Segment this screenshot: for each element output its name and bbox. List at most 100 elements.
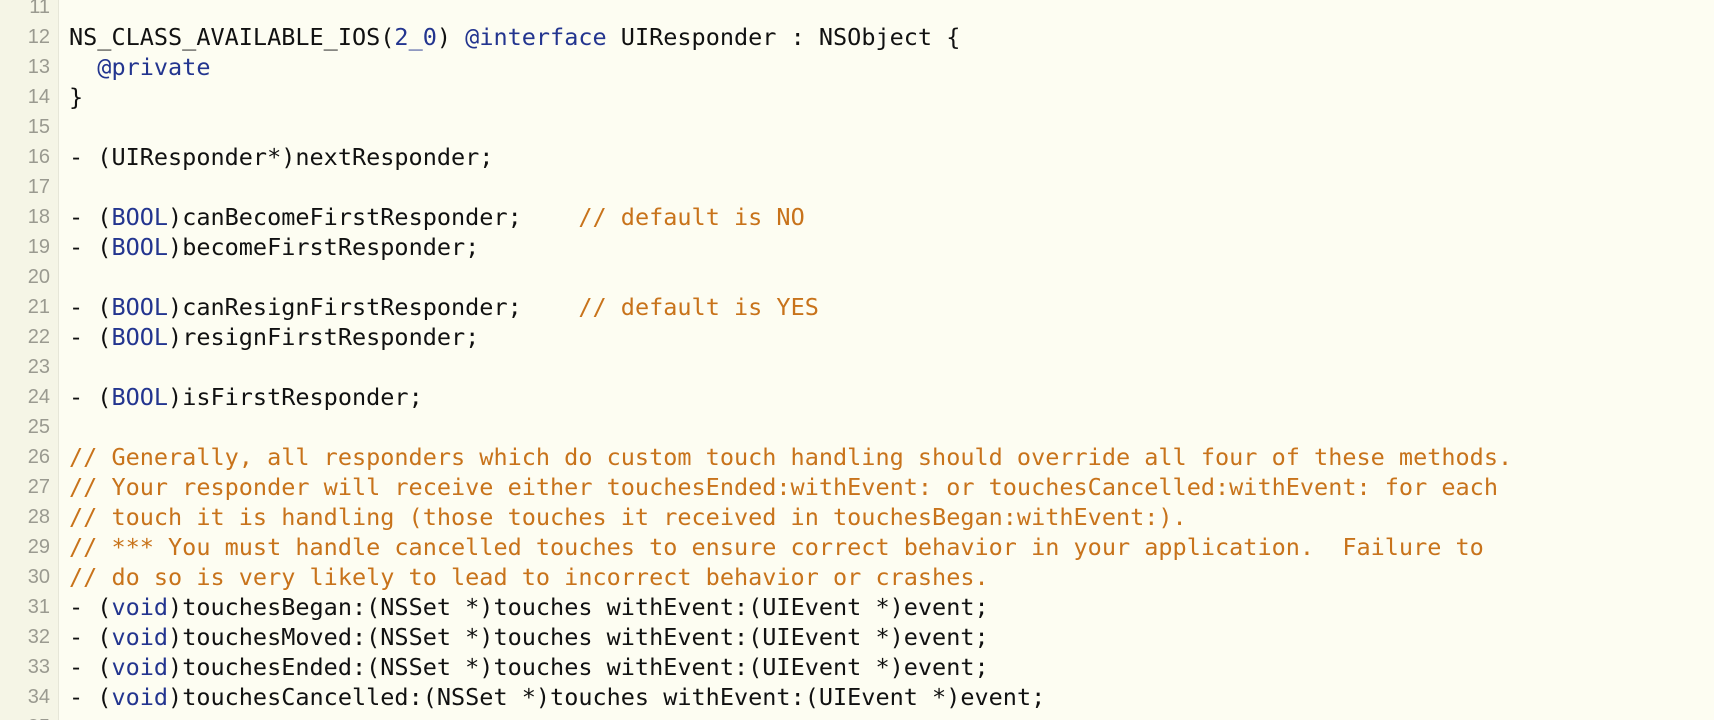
code-editor[interactable]: 11 12 NS_CLASS_AVAILABLE_IOS(2_0) @interfa… (0, 0, 1714, 720)
line-number: 13 (27, 56, 50, 78)
code-token: )touchesCancelled:(NSSet *)touches withE… (168, 683, 1046, 711)
code-token: )canResignFirstResponder; (168, 293, 579, 321)
code-text[interactable]: - (void)touchesBegan:(NSSet *)touches wi… (69, 592, 989, 622)
code-line[interactable]: 13 @private (0, 52, 1714, 82)
code-token: NS_CLASS_AVAILABLE_IOS( (69, 23, 395, 51)
code-text[interactable]: - (BOOL)canBecomeFirstResponder; // defa… (69, 202, 805, 232)
code-token: )becomeFirstResponder; (168, 233, 480, 261)
code-token: - (UIResponder*)nextResponder; (69, 143, 494, 171)
code-text[interactable]: - (BOOL)canResignFirstResponder; // defa… (69, 292, 819, 322)
code-comment: // default is YES (578, 293, 819, 321)
code-keyword: BOOL (111, 293, 169, 321)
code-line[interactable]: 31 - (void)touchesBegan:(NSSet *)touches … (0, 592, 1714, 622)
line-number: 18 (27, 206, 50, 228)
code-token: UIResponder : NSObject { (606, 23, 961, 51)
code-line[interactable]: 22 - (BOOL)resignFirstResponder; (0, 322, 1714, 352)
code-comment: // *** You must handle cancelled touches… (69, 533, 1484, 561)
code-line[interactable]: 32 - (void)touchesMoved:(NSSet *)touches … (0, 622, 1714, 652)
code-text[interactable]: // touch it is handling (those touches i… (69, 502, 1187, 532)
code-line[interactable]: 23 (0, 352, 1714, 382)
code-keyword: void (111, 653, 169, 681)
code-line[interactable]: 34 - (void)touchesCancelled:(NSSet *)touc… (0, 682, 1714, 712)
code-token: )canBecomeFirstResponder; (168, 203, 579, 231)
code-keyword: BOOL (111, 383, 169, 411)
code-token: )touchesBegan:(NSSet *)touches withEvent… (168, 593, 989, 621)
line-number: 31 (27, 596, 50, 618)
code-line[interactable]: 15 (0, 112, 1714, 142)
code-text[interactable]: @private (69, 52, 210, 82)
line-number: 32 (27, 626, 50, 648)
line-number: 24 (27, 386, 50, 408)
code-token: - ( (69, 293, 112, 321)
code-token: ) (436, 23, 466, 51)
code-text[interactable]: - (BOOL)resignFirstResponder; (69, 322, 479, 352)
code-line[interactable]: 30 // do so is very likely to lead to inc… (0, 562, 1714, 592)
code-line[interactable]: 26 // Generally, all responders which do … (0, 442, 1714, 472)
line-number: 30 (27, 566, 50, 588)
line-number: 17 (27, 176, 50, 198)
line-number: 20 (27, 266, 50, 288)
code-lines[interactable]: 11 12 NS_CLASS_AVAILABLE_IOS(2_0) @interfa… (0, 0, 1714, 720)
code-comment: // default is NO (578, 203, 805, 231)
line-number: 23 (27, 356, 50, 378)
code-keyword: BOOL (111, 233, 169, 261)
line-number: 25 (27, 416, 50, 438)
code-text[interactable]: - (void)touchesEnded:(NSSet *)touches wi… (69, 652, 989, 682)
code-text[interactable]: - (void)touchesCancelled:(NSSet *)touche… (69, 682, 1045, 712)
code-keyword: void (111, 623, 169, 651)
line-number: 29 (27, 536, 50, 558)
code-token: )isFirstResponder; (168, 383, 423, 411)
line-number: 33 (27, 656, 50, 678)
code-line[interactable]: 25 (0, 412, 1714, 442)
code-line[interactable]: 28 // touch it is handling (those touches… (0, 502, 1714, 532)
code-token: - ( (69, 233, 112, 261)
line-number: 27 (27, 476, 50, 498)
code-line[interactable]: 17 (0, 172, 1714, 202)
code-text[interactable]: // Generally, all responders which do cu… (69, 442, 1512, 472)
code-keyword: @private (97, 53, 211, 81)
line-number: 16 (27, 146, 50, 168)
code-token: - ( (69, 203, 112, 231)
code-comment: // do so is very likely to lead to incor… (69, 563, 989, 591)
code-keyword: BOOL (111, 203, 169, 231)
code-text[interactable]: - (BOOL)isFirstResponder; (69, 382, 423, 412)
code-line[interactable]: 16 - (UIResponder*)nextResponder; (0, 142, 1714, 172)
code-line[interactable]: 19 - (BOOL)becomeFirstResponder; (0, 232, 1714, 262)
code-keyword: void (111, 683, 169, 711)
line-number: 22 (27, 326, 50, 348)
line-number: 14 (27, 86, 50, 108)
code-line[interactable]: 20 (0, 262, 1714, 292)
code-token: )touchesMoved:(NSSet *)touches withEvent… (168, 623, 989, 651)
code-text[interactable]: - (BOOL)becomeFirstResponder; (69, 232, 479, 262)
line-number: 26 (27, 446, 50, 468)
code-line[interactable]: 33 - (void)touchesEnded:(NSSet *)touches … (0, 652, 1714, 682)
code-line[interactable]: 27 // Your responder will receive either … (0, 472, 1714, 502)
code-text[interactable]: } (69, 82, 83, 112)
code-keyword: @interface (465, 23, 607, 51)
code-token: - ( (69, 653, 112, 681)
line-number: 12 (27, 26, 50, 48)
code-text[interactable]: - (UIResponder*)nextResponder; (69, 142, 493, 172)
code-line[interactable]: 12 NS_CLASS_AVAILABLE_IOS(2_0) @interface… (0, 22, 1714, 52)
line-number: 28 (27, 506, 50, 528)
code-text[interactable]: - (void)touchesMoved:(NSSet *)touches wi… (69, 622, 989, 652)
code-token: - ( (69, 593, 112, 621)
code-line[interactable]: 18 - (BOOL)canBecomeFirstResponder; // de… (0, 202, 1714, 232)
line-number: 35 (0, 712, 50, 720)
code-line[interactable]: 11 (0, 0, 1714, 22)
code-line[interactable]: 21 - (BOOL)canResignFirstResponder; // de… (0, 292, 1714, 322)
code-keyword: void (111, 593, 169, 621)
code-token: )resignFirstResponder; (168, 323, 480, 351)
code-text[interactable]: NS_CLASS_AVAILABLE_IOS(2_0) @interface U… (69, 22, 960, 52)
code-line[interactable]: 14} (0, 82, 1714, 112)
code-token: - ( (69, 323, 112, 351)
code-token: } (69, 83, 84, 111)
code-text[interactable]: // *** You must handle cancelled touches… (69, 532, 1484, 562)
code-line[interactable]: 24 - (BOOL)isFirstResponder; (0, 382, 1714, 412)
code-text[interactable]: // do so is very likely to lead to incor… (69, 562, 989, 592)
code-line[interactable]: 29 // *** You must handle cancelled touch… (0, 532, 1714, 562)
code-line[interactable]: 35 (0, 712, 1714, 720)
code-text[interactable]: // Your responder will receive either to… (69, 472, 1498, 502)
code-keyword: BOOL (111, 323, 169, 351)
